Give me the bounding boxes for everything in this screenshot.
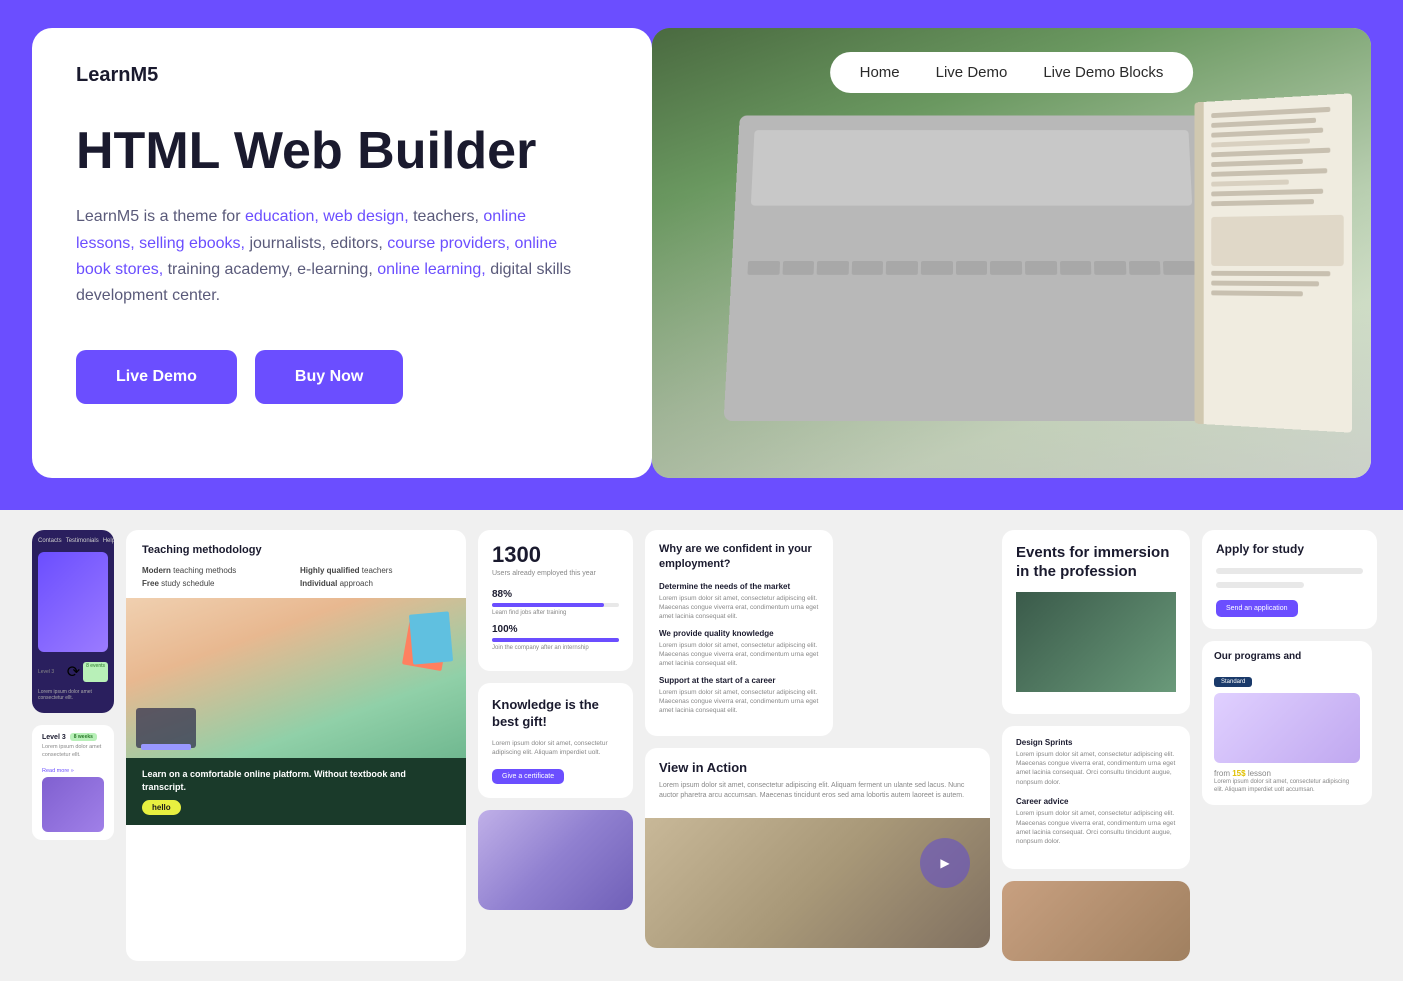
col-4: Why are we confident in your employment?… [645,530,990,961]
apply-name-field [1216,568,1363,574]
design-sprints-section: Design Sprints Lorem ipsum dolor sit ame… [1016,738,1176,788]
stats-card: 1300 Users already employed this year 88… [478,530,633,671]
stat-bar-100 [492,638,619,642]
col-5: Events for immersion in the profession D… [1002,530,1190,961]
method-2: Highly qualified teachers [300,566,450,575]
events-title: Events for immersion in the profession [1016,544,1176,582]
hero-title: HTML Web Builder [76,123,608,180]
view-in-action-title: View in Action [659,760,976,775]
nav-live-demo[interactable]: Live Demo [936,64,1008,81]
col-3: 1300 Users already employed this year 88… [478,530,633,961]
apply-study-card: Apply for study Send an application [1202,530,1377,629]
nav-home[interactable]: Home [860,64,900,81]
hero-section: LearnM5 HTML Web Builder LearnM5 is a th… [0,0,1403,510]
programs-title: Our programs and [1214,651,1360,662]
method-4: Individual approach [300,579,450,588]
programs-card: Our programs and Standard from 15$ lesso… [1202,641,1372,805]
view-in-action-text: Lorem ipsum dolor sit amet, consectetur … [659,781,976,802]
level-image [42,777,104,832]
level-badge: 8 weeks [70,733,97,741]
knowledge-card: Knowledge is the best gift! Lorem ipsum … [478,683,633,798]
standard-badge: Standard [1214,677,1252,687]
design-sprints-card: Design Sprints Lorem ipsum dolor sit ame… [1002,726,1190,869]
bottom-preview-section: Contacts Testimonials Help › Level 3 ⟳ 8… [0,510,1403,981]
apply-phone-field [1216,582,1363,588]
stats-number: 1300 [492,542,619,568]
stats-subtitle: Users already employed this year [492,570,619,577]
events-image [1016,592,1176,692]
price-value: 15$ [1232,769,1245,778]
hero-image-area: Home Live Demo Live Demo Blocks [652,28,1371,478]
dark-card-image [38,552,108,652]
career-advice-section: Career advice Lorem ipsum dolor sit amet… [1016,797,1176,847]
teaching-methodology-title: Teaching methodology [142,544,450,556]
level-card: Level 3 8 weeks Lorem ipsum dolor amet c… [32,725,114,840]
view-in-action-image: ▶ [645,818,990,948]
nav-bar: Home Live Demo Live Demo Blocks [830,52,1194,93]
logo: LearnM5 [76,64,608,87]
why-confident-title: Why are we confident in your employment? [659,542,819,572]
live-demo-button[interactable]: Live Demo [76,350,237,404]
buy-now-button[interactable]: Buy Now [255,350,403,404]
teaching-methodology-card: Teaching methodology Modern teaching met… [126,530,466,961]
read-more-link[interactable]: Read more » [42,768,74,774]
book [1194,93,1352,432]
why-confident-card: Why are we confident in your employment?… [645,530,833,736]
knowledge-text: Lorem ipsum dolor sit amet, consectetur … [492,739,619,757]
knowledge-title: Knowledge is the best gift! [492,697,619,731]
level-label: Level 3 [42,734,66,741]
platform-text: Learn on a comfortable online platform. … [142,768,450,793]
method-3: Free study schedule [142,579,292,588]
hero-background-image [652,28,1371,478]
hero-description: LearnM5 is a theme for education, web de… [76,204,576,310]
col-1: Contacts Testimonials Help › Level 3 ⟳ 8… [32,530,114,961]
teaching-methods-grid: Modern teaching methods Highly qualified… [142,566,450,588]
col-6: Apply for study Send an application Our … [1202,530,1377,961]
program-preview-image [1214,693,1360,763]
why-section-3: Support at the start of a career Lorem i… [659,676,819,715]
small-image-card [1002,881,1190,961]
price-label: from 15$ lesson [1214,769,1360,778]
dark-nav-card: Contacts Testimonials Help › Level 3 ⟳ 8… [32,530,114,713]
why-section-1: Determine the needs of the market Lorem … [659,582,819,621]
nav-live-demo-blocks[interactable]: Live Demo Blocks [1043,64,1163,81]
stat-88: 88% Learn find jobs after training [492,589,619,616]
why-section-2: We provide quality knowledge Lorem ipsum… [659,629,819,668]
view-in-action-card: View in Action Lorem ipsum dolor sit ame… [645,748,990,948]
hero-buttons: Live Demo Buy Now [76,350,608,404]
level-text: Lorem ipsum dolor amet consectetur ellt. [42,744,104,759]
laptop-scene [652,28,1371,478]
stat-100: 100% Join the company after an internshi… [492,624,619,651]
online-platform-card: Learn on a comfortable online platform. … [126,758,466,825]
stat-bar-88 [492,603,604,607]
events-card: Events for immersion in the profession [1002,530,1190,714]
apply-study-title: Apply for study [1216,542,1363,556]
hero-card: LearnM5 HTML Web Builder LearnM5 is a th… [32,28,652,478]
hello-badge: hello [142,800,181,815]
inline-image-card [478,810,633,910]
laptop-body [724,115,1220,421]
methodology-image [126,598,466,758]
send-application-button[interactable]: Send an application [1216,600,1298,617]
method-1: Modern teaching methods [142,566,292,575]
give-certificate-button[interactable]: Give a certificate [492,769,564,784]
